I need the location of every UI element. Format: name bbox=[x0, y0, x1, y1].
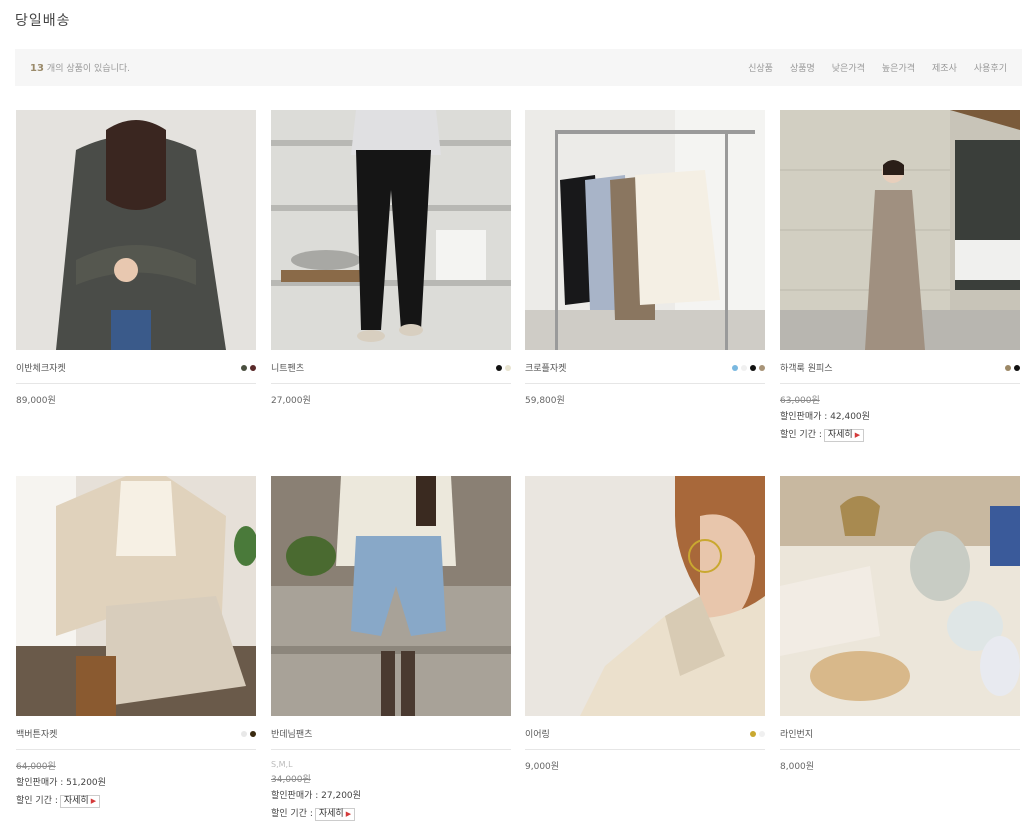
product-image[interactable] bbox=[271, 476, 511, 716]
sort-name[interactable]: 상품명 bbox=[790, 61, 815, 74]
product-name[interactable]: 이어링 bbox=[525, 727, 550, 740]
product-price: 59,800원 bbox=[525, 396, 565, 406]
color-chip bbox=[741, 364, 747, 371]
product-card: 니트펜츠 27,000원 bbox=[271, 110, 511, 408]
product-count: 13 개의 상품이 있습니다. bbox=[30, 61, 130, 74]
product-name[interactable]: 라인번지 bbox=[780, 727, 813, 740]
sort-maker[interactable]: 제조사 bbox=[932, 61, 957, 74]
product-name[interactable]: 크로플자켓 bbox=[525, 361, 566, 374]
discount-period-label: 할인 기간 : bbox=[16, 796, 58, 806]
original-price: 63,000원 bbox=[780, 396, 820, 406]
sort-new[interactable]: 신상품 bbox=[748, 61, 773, 74]
product-image[interactable] bbox=[525, 110, 765, 350]
color-chip bbox=[250, 364, 256, 371]
page-title: 당일배송 bbox=[15, 13, 71, 29]
color-swatches bbox=[241, 364, 256, 371]
product-card: 라인번지 8,000원 bbox=[780, 476, 1020, 774]
product-image[interactable] bbox=[271, 110, 511, 350]
color-swatches bbox=[496, 364, 511, 371]
sale-price: 51,200원 bbox=[66, 778, 106, 788]
sort-options: 신상품 상품명 낮은가격 높은가격 제조사 사용후기 bbox=[731, 61, 1007, 74]
product-count-text: 개의 상품이 있습니다. bbox=[46, 64, 131, 74]
product-card: 하객룩 원피스 63,000원 할인판매가 : 42,400원 할인 기간 :자… bbox=[780, 110, 1020, 444]
size-options: S,M,L bbox=[271, 760, 293, 769]
color-chip bbox=[496, 364, 502, 371]
color-chip bbox=[732, 364, 738, 371]
sort-toolbar: 13 개의 상품이 있습니다. 신상품 상품명 낮은가격 높은가격 제조사 사용후… bbox=[15, 49, 1022, 86]
color-chip bbox=[1014, 364, 1020, 371]
detail-button-label: 자세히 bbox=[827, 430, 853, 440]
product-card: 이어링 9,000원 bbox=[525, 476, 765, 774]
discount-period-label: 할인 기간 : bbox=[780, 430, 822, 440]
original-price: 34,000원 bbox=[271, 775, 311, 785]
sort-low-price[interactable]: 낮은가격 bbox=[832, 61, 865, 74]
product-price: 9,000원 bbox=[525, 762, 560, 772]
product-name[interactable]: 니트펜츠 bbox=[271, 361, 304, 374]
color-chip bbox=[750, 364, 756, 371]
sale-price-line: 할인판매가 : 51,200원 bbox=[16, 774, 256, 792]
product-price: 89,000원 bbox=[16, 396, 56, 406]
product-price: 8,000원 bbox=[780, 762, 815, 772]
product-image[interactable] bbox=[780, 476, 1020, 716]
original-price: 64,000원 bbox=[16, 762, 56, 772]
product-name[interactable]: 백버튼자켓 bbox=[16, 727, 57, 740]
product-image[interactable] bbox=[16, 110, 256, 350]
discount-period-label: 할인 기간 : bbox=[271, 809, 313, 819]
product-card: 이반체크자켓 89,000원 bbox=[16, 110, 256, 408]
color-swatches bbox=[750, 730, 765, 737]
product-price: 27,000원 bbox=[271, 396, 311, 406]
product-name[interactable]: 하객룩 원피스 bbox=[780, 361, 833, 374]
discount-period-line: 할인 기간 : 자세히 ▶ bbox=[780, 426, 1020, 444]
product-card: 백버튼자켓 64,000원 할인판매가 : 51,200원 할인 기간 : 자세히… bbox=[16, 476, 256, 810]
sale-price-label: 할인판매가 : bbox=[271, 791, 319, 801]
detail-button-label: 자세히 bbox=[318, 809, 344, 819]
sale-price-label: 할인판매가 : bbox=[780, 412, 828, 422]
detail-button[interactable]: 자세히 ▶ bbox=[59, 795, 101, 808]
product-image[interactable] bbox=[780, 110, 1020, 350]
sale-price-line: 할인판매가 : 27,200원 bbox=[271, 787, 511, 805]
product-name[interactable]: 이반체크자켓 bbox=[16, 361, 66, 374]
sale-price-line: 할인판매가 : 42,400원 bbox=[780, 408, 1020, 426]
price-block: 63,000원 bbox=[780, 394, 1020, 408]
discount-period-line: 할인 기간 : 자세히 ▶ bbox=[16, 792, 256, 810]
color-chip bbox=[505, 364, 511, 371]
price-block: 64,000원 bbox=[16, 760, 256, 774]
caret-right-icon: ▶ bbox=[854, 431, 861, 439]
color-chip bbox=[250, 730, 256, 737]
product-image[interactable] bbox=[16, 476, 256, 716]
color-chip bbox=[241, 364, 247, 371]
color-chip bbox=[759, 364, 765, 371]
caret-right-icon: ▶ bbox=[90, 797, 97, 805]
sale-price-label: 할인판매가 : bbox=[16, 778, 64, 788]
product-count-number: 13 bbox=[30, 63, 44, 74]
sale-price: 42,400원 bbox=[830, 412, 870, 422]
product-image[interactable] bbox=[525, 476, 765, 716]
color-swatches bbox=[241, 730, 256, 737]
caret-right-icon: ▶ bbox=[345, 810, 352, 818]
product-name[interactable]: 반데님팬츠 bbox=[271, 727, 312, 740]
color-chip bbox=[750, 730, 756, 737]
sale-price: 27,200원 bbox=[321, 791, 361, 801]
product-card: 크로플자켓 59,800원 bbox=[525, 110, 765, 408]
detail-button[interactable]: 자세히 ▶ bbox=[823, 429, 865, 442]
color-chip bbox=[759, 730, 765, 737]
sort-high-price[interactable]: 높은가격 bbox=[882, 61, 915, 74]
detail-button[interactable]: 자세히 ▶ bbox=[314, 808, 356, 821]
color-chip bbox=[1005, 364, 1011, 371]
color-swatches bbox=[732, 364, 765, 371]
color-swatches bbox=[1005, 364, 1020, 371]
product-card: 반데님팬츠 S,M,L 34,000원 할인판매가 : 27,200원 할인 기… bbox=[271, 476, 511, 823]
color-chip bbox=[241, 730, 247, 737]
sort-review[interactable]: 사용후기 bbox=[974, 61, 1007, 74]
price-block: 34,000원 bbox=[271, 773, 511, 787]
detail-button-label: 자세히 bbox=[63, 796, 89, 806]
discount-period-line: 할인 기간 : 자세히 ▶ bbox=[271, 805, 511, 823]
